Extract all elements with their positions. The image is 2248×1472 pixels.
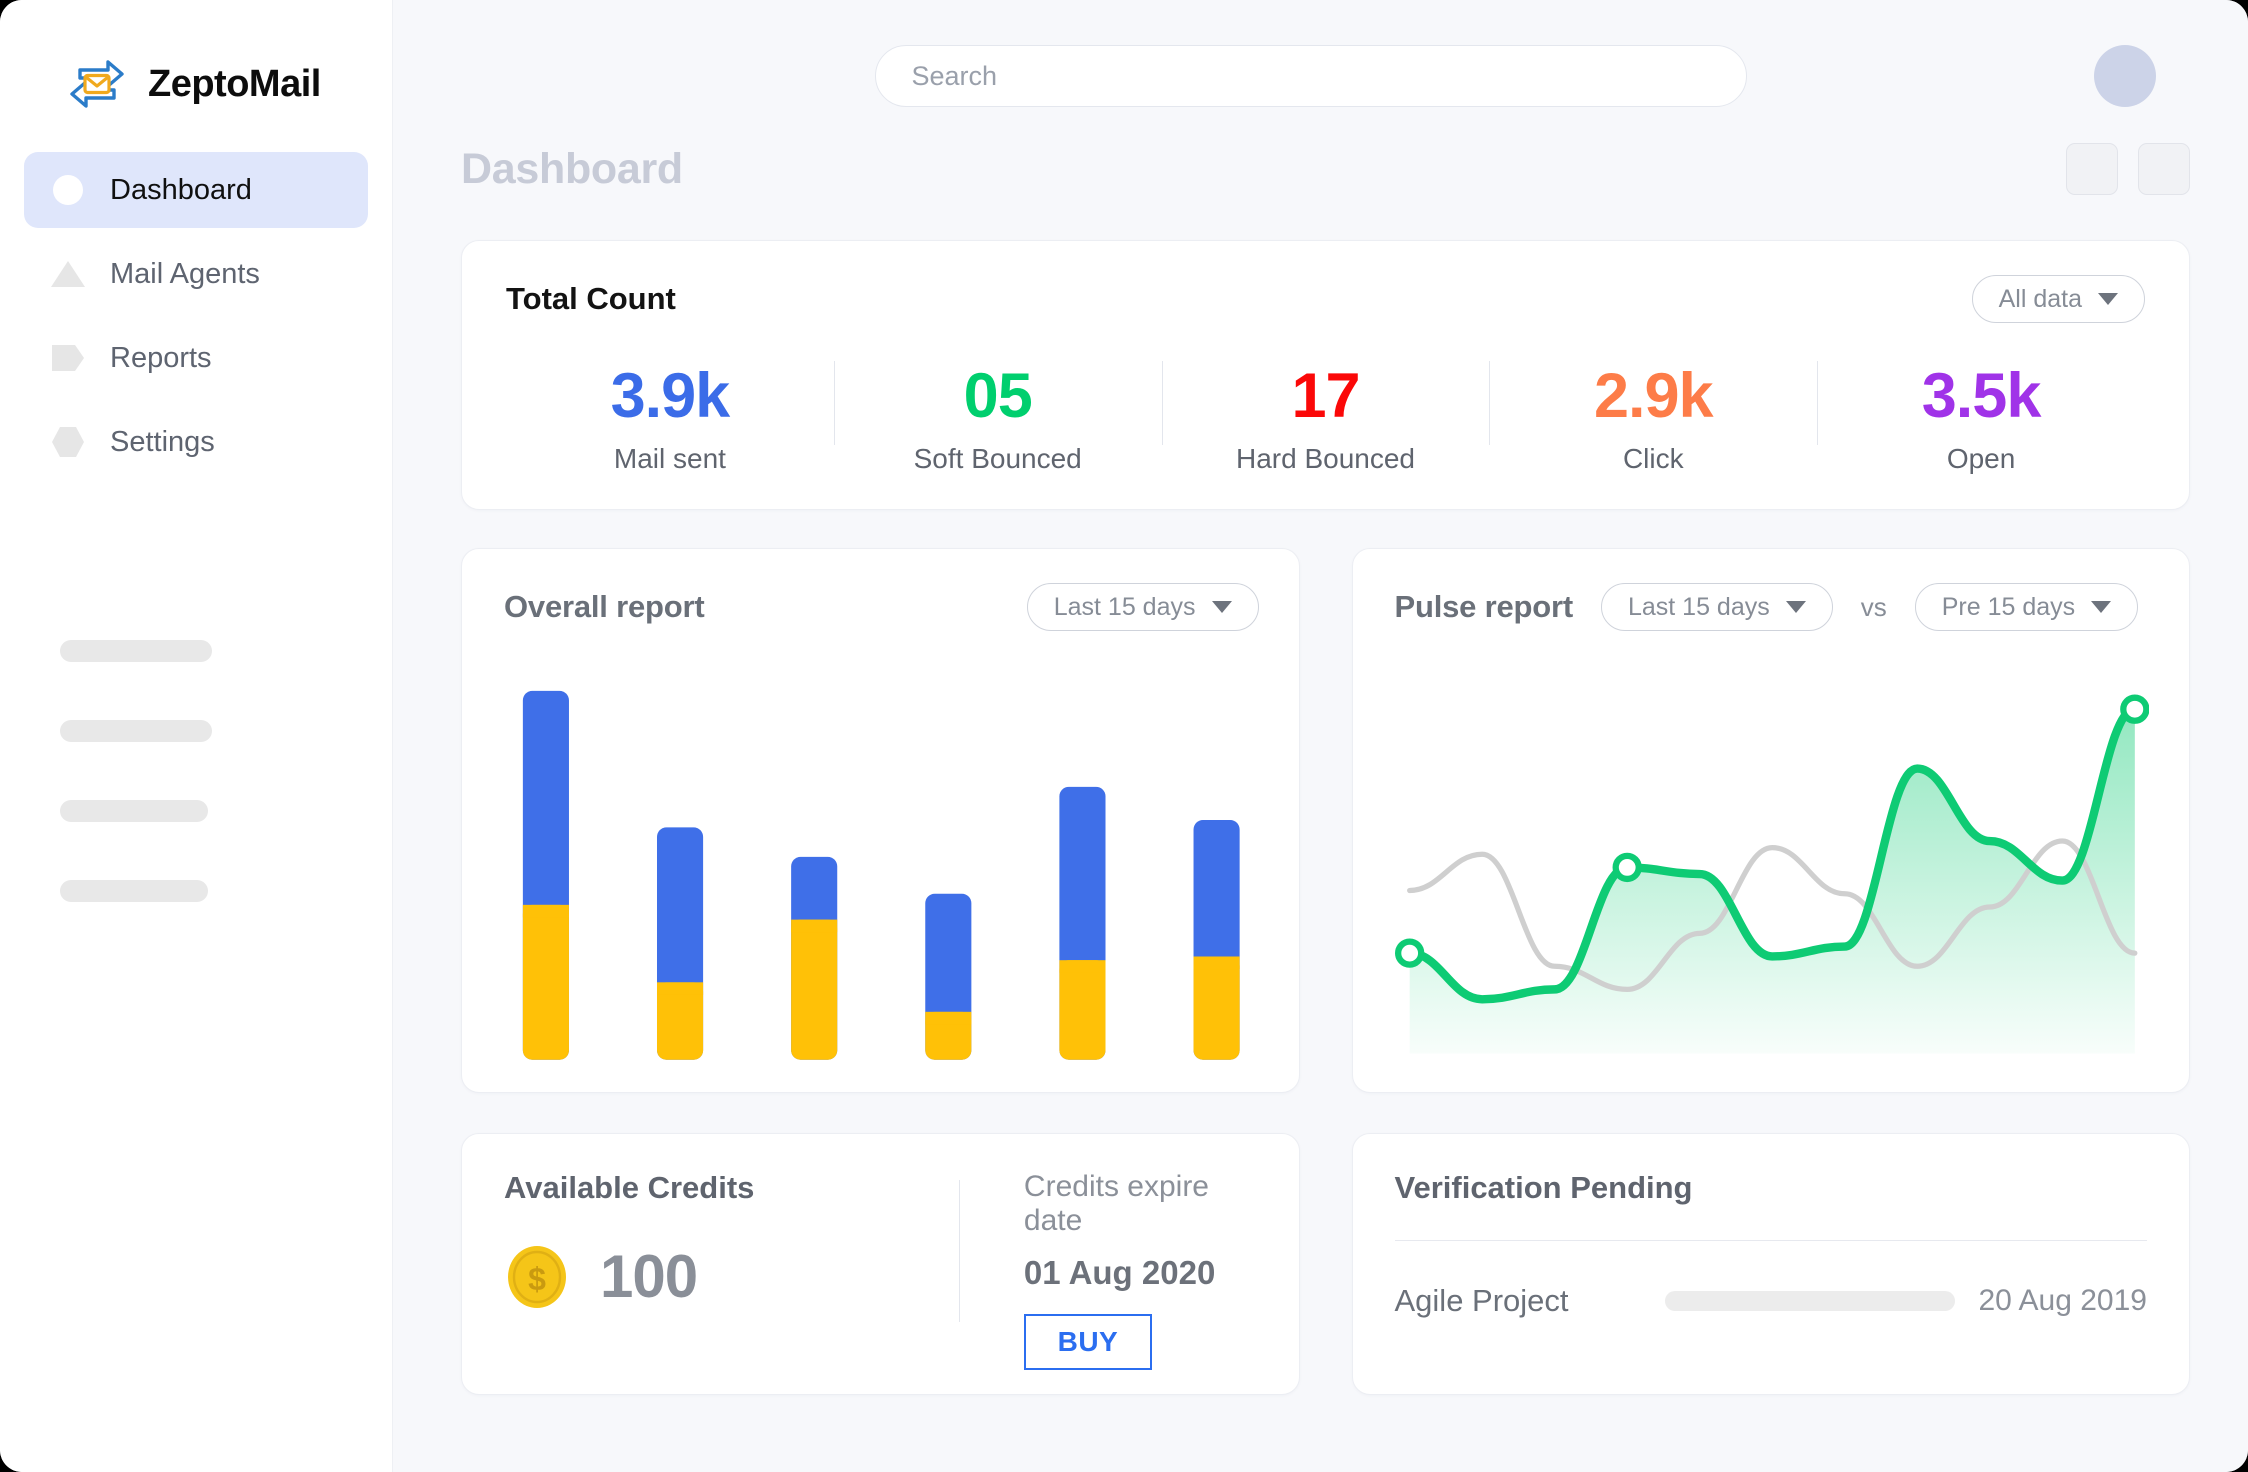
brand: ZeptoMail [0, 0, 392, 110]
main-content: Dashboard Total Count All data 3.9k [393, 0, 2248, 1472]
stat-hard-bounced: 17 Hard Bounced [1162, 357, 1490, 479]
dollar-coin-icon: $ [504, 1244, 570, 1310]
all-data-filter-dropdown[interactable]: All data [1972, 275, 2145, 323]
pulse-report-range-previous-dropdown[interactable]: Pre 15 days [1915, 583, 2138, 631]
overall-report-chart [504, 649, 1259, 1068]
sidebar-item-dashboard[interactable]: Dashboard [24, 152, 368, 228]
verification-pending-title: Verification Pending [1395, 1170, 2148, 1206]
topbar [393, 0, 2248, 152]
stat-value: 3.5k [1817, 363, 2145, 429]
credits-amount-row: $ 100 [504, 1242, 959, 1311]
sidebar-item-settings[interactable]: Settings [24, 404, 368, 480]
skeleton-bar [60, 880, 208, 902]
credits-expire-date: 01 Aug 2020 [1024, 1254, 1257, 1292]
credits-amount: 100 [600, 1242, 697, 1311]
stat-label: Click [1489, 443, 1817, 475]
chevron-down-icon [2098, 293, 2118, 305]
total-count-title: Total Count [506, 281, 676, 317]
app-window: ZeptoMail Dashboard Mail Agents Reports … [0, 0, 2248, 1472]
sidebar: ZeptoMail Dashboard Mail Agents Reports … [0, 0, 393, 1472]
chevron-down-icon [1786, 601, 1806, 613]
sidebar-skeleton-group [60, 640, 212, 960]
skeleton-bar [60, 640, 212, 662]
charts-row: Overall report Last 15 days Pulse report [461, 548, 2190, 1093]
overall-report-header: Overall report Last 15 days [504, 583, 1259, 631]
skeleton-bar [60, 800, 208, 822]
bottom-row: Available Credits $ 100 [461, 1133, 2190, 1395]
circle-dot-icon [52, 174, 84, 206]
credits-left: Available Credits $ 100 [504, 1170, 959, 1358]
avatar[interactable] [2094, 45, 2156, 107]
divider [1395, 1240, 2148, 1241]
pulse-report-range-current-dropdown[interactable]: Last 15 days [1601, 583, 1833, 631]
search-input[interactable] [912, 61, 1710, 92]
verification-pending-card: Verification Pending Agile Project 20 Au… [1352, 1133, 2191, 1395]
project-date: 20 Aug 2019 [1978, 1284, 2147, 1318]
overall-report-range-dropdown[interactable]: Last 15 days [1027, 583, 1259, 631]
hexagon-icon [52, 426, 84, 458]
sidebar-nav: Dashboard Mail Agents Reports Settings [0, 152, 392, 480]
stat-value: 17 [1162, 363, 1490, 429]
stat-mail-sent: 3.9k Mail sent [506, 357, 834, 479]
total-count-card: Total Count All data 3.9k Mail sent 05 S… [461, 240, 2190, 510]
stat-open: 3.5k Open [1817, 357, 2145, 479]
buy-button[interactable]: BUY [1024, 1314, 1152, 1370]
sidebar-item-label: Reports [110, 342, 212, 375]
chevron-down-icon [1212, 601, 1232, 613]
pulse-report-chart [1395, 649, 2150, 1068]
sidebar-item-label: Dashboard [110, 174, 252, 207]
stat-value: 2.9k [1489, 363, 1817, 429]
table-row: Agile Project 20 Aug 2019 [1395, 1283, 2148, 1319]
sidebar-item-label: Settings [110, 426, 215, 459]
stat-click: 2.9k Click [1489, 357, 1817, 479]
stat-label: Hard Bounced [1162, 443, 1490, 475]
progress-bar [1665, 1291, 1955, 1311]
triangle-icon [52, 258, 84, 290]
dashboard-content: Total Count All data 3.9k Mail sent 05 S… [393, 204, 2248, 1395]
vs-label: vs [1861, 592, 1887, 623]
pulse-report-card: Pulse report Last 15 days vs Pre 15 days [1352, 548, 2191, 1093]
search-box[interactable] [875, 45, 1747, 107]
brand-name: ZeptoMail [148, 63, 321, 106]
project-name: Agile Project [1395, 1283, 1665, 1319]
svg-text:$: $ [528, 1261, 546, 1297]
zepto-mail-envelope-refresh-icon [68, 58, 126, 110]
sidebar-item-label: Mail Agents [110, 258, 260, 291]
filter-label: Pre 15 days [1942, 593, 2075, 622]
skeleton-bar [60, 720, 212, 742]
stat-label: Soft Bounced [834, 443, 1162, 475]
chevron-down-icon [2091, 601, 2111, 613]
sidebar-item-mail-agents[interactable]: Mail Agents [24, 236, 368, 312]
total-count-header: Total Count All data [506, 275, 2145, 323]
stat-value: 3.9k [506, 363, 834, 429]
credits-expire-label: Credits expire date [1024, 1170, 1257, 1238]
stat-label: Mail sent [506, 443, 834, 475]
credits-right: Credits expire date 01 Aug 2020 BUY [960, 1170, 1257, 1358]
stat-soft-bounced: 05 Soft Bounced [834, 357, 1162, 479]
available-credits-title: Available Credits [504, 1170, 959, 1206]
pulse-report-header: Pulse report Last 15 days vs Pre 15 days [1395, 583, 2150, 631]
stat-value: 05 [834, 363, 1162, 429]
stat-label: Open [1817, 443, 2145, 475]
filter-label: Last 15 days [1628, 593, 1770, 622]
filter-label: All data [1999, 285, 2082, 314]
filter-label: Last 15 days [1054, 593, 1196, 622]
stats-row: 3.9k Mail sent 05 Soft Bounced 17 Hard B… [506, 357, 2145, 479]
pulse-report-title: Pulse report [1395, 589, 1573, 625]
sidebar-item-reports[interactable]: Reports [24, 320, 368, 396]
overall-report-card: Overall report Last 15 days [461, 548, 1300, 1093]
tag-icon [52, 342, 84, 374]
available-credits-card: Available Credits $ 100 [461, 1133, 1300, 1395]
overall-report-title: Overall report [504, 589, 705, 625]
